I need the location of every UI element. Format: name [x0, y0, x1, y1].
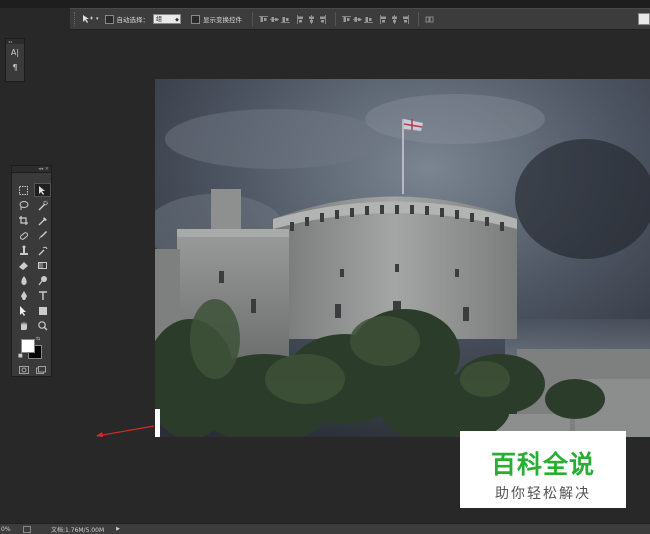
- align-left-icon[interactable]: [296, 14, 305, 24]
- brush-tool-icon: [39, 230, 47, 240]
- document-size: 文档:1.76M/5.00M: [51, 526, 105, 534]
- blur-tool-button[interactable]: [15, 273, 32, 287]
- distribute-right-icon[interactable]: [401, 14, 410, 24]
- pen-tool-button[interactable]: [15, 288, 32, 302]
- auto-align-icon[interactable]: [425, 15, 434, 24]
- shape-tool-icon: [39, 306, 47, 315]
- path-select-tool-icon: [20, 305, 26, 316]
- dodge-tool-button[interactable]: [34, 273, 51, 287]
- dodge-tool-icon: [38, 275, 47, 285]
- castle-photo: [155, 79, 650, 437]
- show-transform-label: 显示变换控件: [203, 16, 243, 24]
- swap-colors-icon[interactable]: ⇆: [36, 336, 40, 342]
- watermark-logo: 百科全说 助你轻松解决: [460, 431, 626, 508]
- type-tool-icon: [39, 290, 47, 300]
- chevron-down-icon: ▾: [96, 16, 99, 22]
- shape-tool-button[interactable]: [34, 303, 51, 317]
- brush-tool-button[interactable]: [34, 228, 51, 242]
- default-colors-icon[interactable]: ■: [18, 353, 23, 359]
- tools-panel: ◂◂ × ■ ⇆: [11, 165, 52, 377]
- zoom-level[interactable]: 0%: [0, 526, 13, 533]
- clone-stamp-tool-icon: [20, 245, 28, 255]
- auto-select-dropdown[interactable]: 组 ◆: [153, 14, 182, 24]
- mode-buttons: [18, 365, 51, 374]
- menu-strip: [0, 0, 650, 8]
- blur-tool-icon: [21, 275, 27, 285]
- zoom-tool-icon: [38, 320, 48, 330]
- distribute-bottom-icon[interactable]: [364, 15, 374, 24]
- type-tool-button[interactable]: [34, 288, 51, 302]
- move-tool-icon: [39, 185, 45, 195]
- eyedropper-tool-button[interactable]: [34, 213, 51, 227]
- distribute-hcenter-icon[interactable]: [390, 14, 399, 24]
- eyedropper-tool-icon: [38, 216, 47, 225]
- quick-mask-icon[interactable]: [18, 365, 29, 374]
- history-brush-tool-icon: [38, 246, 48, 255]
- crop-tool-icon: [19, 215, 28, 225]
- move-tool-button[interactable]: [34, 183, 51, 197]
- clone-stamp-tool-button[interactable]: [15, 243, 32, 257]
- paragraph-panel-icon[interactable]: ¶: [8, 61, 22, 74]
- healing-brush-tool-button[interactable]: [15, 228, 32, 242]
- auto-select-checkbox[interactable]: [104, 14, 114, 24]
- distribute-left-icon[interactable]: [379, 14, 388, 24]
- crop-tool-button[interactable]: [15, 213, 32, 227]
- options-bar: ▾ 自动选择： 组 ◆ 显示变换控件: [70, 8, 650, 30]
- align-bottom-icon[interactable]: [281, 15, 291, 24]
- zoom-tool-button[interactable]: [34, 318, 51, 332]
- collapsed-panel-dock: ◂◂ A| ¶: [5, 38, 25, 82]
- quick-select-tool-icon: [38, 200, 48, 210]
- tool-grid: [12, 173, 51, 332]
- tools-panel-header[interactable]: ◂◂ ×: [12, 166, 51, 173]
- divider: [418, 12, 420, 26]
- gradient-tool-button[interactable]: [34, 258, 51, 272]
- foreground-color-swatch[interactable]: [21, 339, 35, 353]
- red-annotation-arrow: [96, 425, 155, 437]
- document-canvas[interactable]: [155, 79, 650, 437]
- workspace-switcher[interactable]: [638, 13, 650, 25]
- show-transform-checkbox[interactable]: [191, 14, 201, 24]
- document-profile-icon[interactable]: [23, 525, 31, 533]
- panel-header[interactable]: ◂◂: [6, 39, 24, 44]
- eraser-tool-icon: [19, 261, 28, 270]
- marquee-tool-button[interactable]: [15, 183, 32, 197]
- watermark-subtitle: 助你轻松解决: [495, 486, 591, 502]
- history-brush-tool-button[interactable]: [34, 243, 51, 257]
- status-menu-icon[interactable]: ▶: [116, 526, 120, 532]
- auto-select-label: 自动选择：: [116, 16, 150, 24]
- options-bar-grip[interactable]: [74, 12, 78, 26]
- healing-brush-tool-icon: [19, 231, 29, 240]
- align-buttons: [259, 14, 329, 24]
- quick-select-tool-button[interactable]: [34, 198, 51, 212]
- screen-mode-icon[interactable]: [35, 365, 46, 374]
- hand-tool-icon: [21, 320, 27, 330]
- divider: [252, 12, 254, 26]
- align-vcenter-icon[interactable]: [270, 15, 280, 24]
- color-swatches: ■ ⇆: [16, 335, 51, 363]
- chevron-down-icon: ◆: [175, 17, 180, 23]
- auto-select-value: 组: [156, 16, 163, 23]
- align-right-icon[interactable]: [318, 14, 327, 24]
- move-tool-icon: [83, 15, 93, 23]
- distribute-top-icon[interactable]: [342, 15, 352, 24]
- path-select-tool-button[interactable]: [15, 303, 32, 317]
- divider: [335, 12, 337, 26]
- gradient-tool-icon: [38, 261, 47, 269]
- marquee-tool-icon: [19, 185, 28, 195]
- lasso-tool-icon: [19, 200, 29, 210]
- align-top-icon[interactable]: [259, 15, 269, 24]
- character-panel-icon[interactable]: A|: [8, 46, 22, 59]
- align-hcenter-icon[interactable]: [307, 14, 316, 24]
- distribute-buttons: [342, 14, 412, 24]
- distribute-vcenter-icon[interactable]: [353, 15, 363, 24]
- watermark-title: 百科全说: [490, 450, 595, 479]
- eraser-tool-button[interactable]: [15, 258, 32, 272]
- tool-preset-picker[interactable]: ▾: [82, 14, 99, 24]
- status-bar: 0% 文档:1.76M/5.00M ▶: [0, 523, 650, 534]
- pen-tool-icon: [21, 290, 27, 300]
- lasso-tool-button[interactable]: [15, 198, 32, 212]
- hand-tool-button[interactable]: [15, 318, 32, 332]
